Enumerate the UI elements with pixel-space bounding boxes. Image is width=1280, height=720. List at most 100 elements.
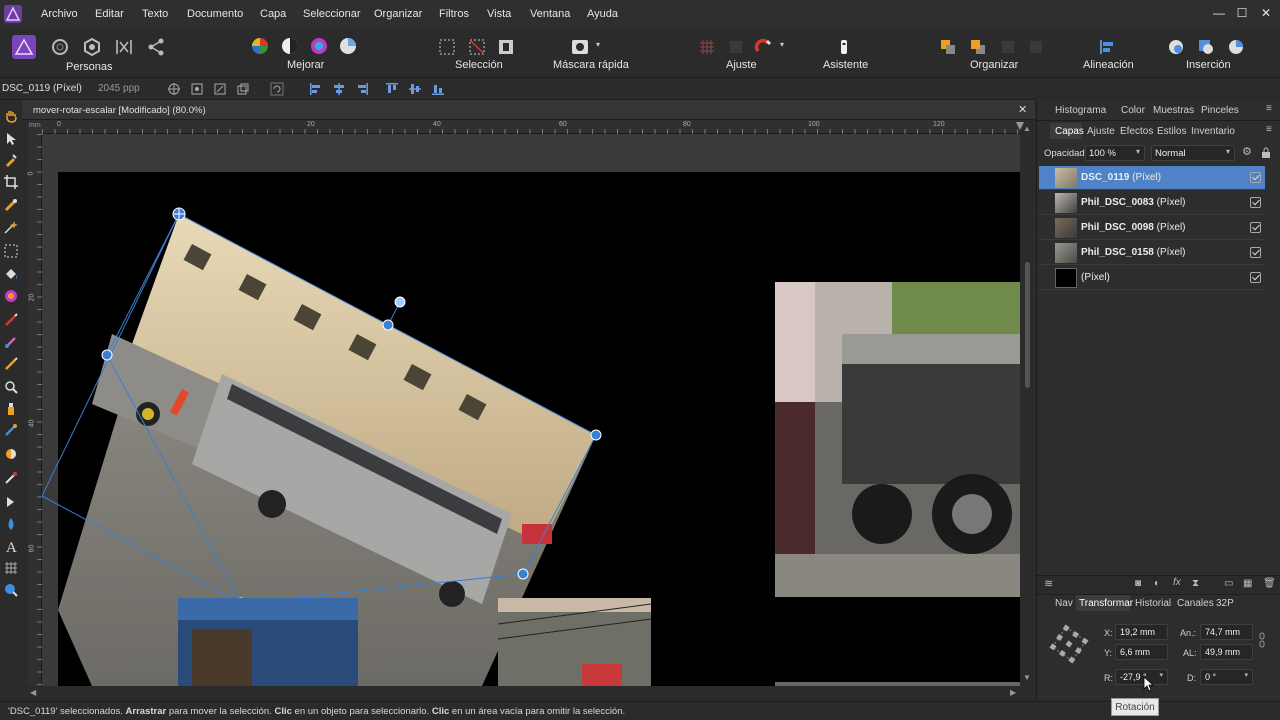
scroll-up-icon[interactable]: ▲ [1023,124,1031,133]
photo-phil-dsc-0158[interactable] [497,598,652,686]
color-picker-tool-icon[interactable] [3,152,19,168]
text-tool-icon[interactable]: A [3,538,19,554]
assistant-icon[interactable] [834,37,854,57]
close-document-button[interactable]: ✕ [1018,103,1027,116]
inpainting-tool-icon[interactable] [3,422,19,438]
quick-mask-icon[interactable] [570,37,590,57]
layers-panel-menu-icon[interactable]: ≡ [1266,124,1272,135]
develop-persona-icon[interactable] [82,37,102,57]
rotation-dropdown-icon[interactable]: ▾ [1159,671,1163,679]
photo-persona-icon[interactable] [12,35,36,59]
align-right-icon[interactable] [355,82,369,96]
live-filter-icon[interactable]: ⧗ [1192,578,1199,589]
marquee-tool-icon[interactable] [3,243,19,259]
menu-vista[interactable]: Vista [487,8,511,20]
group-folder-icon[interactable]: ▭ [1224,578,1233,589]
left-mid-handle[interactable] [101,349,113,361]
zoom-tool-icon[interactable] [3,582,19,598]
panel-menu-icon[interactable]: ≡ [1266,103,1272,114]
blend-mode-select[interactable]: Normal ▾ [1151,145,1235,161]
tab-ajuste[interactable]: Ajuste [1087,126,1115,137]
crop-tool-icon[interactable] [3,174,19,190]
hand-tool-icon[interactable] [3,108,19,124]
menu-archivo[interactable]: Archivo [41,8,78,20]
layer-row-dsc-0119[interactable]: DSC_0119 (Píxel) [1039,166,1265,190]
snapping-grid-icon[interactable] [697,37,717,57]
shear-field[interactable]: 0 ° ▾ [1200,669,1253,685]
paint-brush-tool-icon[interactable] [3,312,19,328]
tab-efectos[interactable]: Efectos [1120,126,1153,137]
top-right-handle[interactable] [590,429,602,441]
opacity-field[interactable]: 100 % ▾ [1085,145,1145,161]
layers-stack-icon[interactable]: ≋ [1044,577,1053,590]
auto-colors-icon[interactable] [309,36,329,56]
layer-row-phil-dsc-0083[interactable]: Phil_DSC_0083 (Píxel) [1039,191,1265,215]
width-field[interactable]: 74,7 mm [1200,624,1253,640]
dodge-burn-tool-icon[interactable] [3,356,19,372]
lock-icon[interactable] [1261,147,1271,159]
clone-tool-icon[interactable] [3,379,19,395]
layer-row-background[interactable]: (Píxel) [1039,266,1265,290]
link-aspect-icon[interactable] [1258,632,1266,648]
document-tab[interactable]: mover-rotar-escalar [Modificado] (80.0%)… [22,100,1035,120]
tab-capas[interactable]: Capas [1055,126,1084,137]
layer-visibility-checkbox[interactable] [1250,222,1261,233]
align-left-icon[interactable] [309,82,323,96]
canvas[interactable] [42,134,1020,686]
height-field[interactable]: 49,9 mm [1200,644,1253,660]
tab-color[interactable]: Color [1121,105,1145,116]
blemish-tool-icon[interactable] [3,401,19,417]
photo-phil-dsc-0098[interactable] [178,598,358,686]
align-bottom-icon[interactable] [431,82,445,96]
menu-filtros[interactable]: Filtros [439,8,469,20]
tab-nav[interactable]: Nav [1055,598,1073,609]
mask-layer-icon[interactable]: ◙ [1135,578,1141,589]
auto-levels-icon[interactable] [250,36,270,56]
color-replacement-tool-icon[interactable] [3,334,19,350]
liquify-persona-icon[interactable] [50,37,70,57]
snapping-dropdown-icon[interactable]: ▾ [780,40,784,49]
layer-row-phil-dsc-0098[interactable]: Phil_DSC_0098 (Píxel) [1039,216,1265,240]
show-handles-icon[interactable] [190,82,204,96]
menu-capa[interactable]: Capa [260,8,286,20]
opacity-dropdown-icon[interactable]: ▾ [1136,147,1140,156]
gradient-tool-icon[interactable] [3,288,19,304]
tab-inventario[interactable]: Inventario [1191,126,1235,137]
menu-documento[interactable]: Documento [187,8,243,20]
red-eye-tool-icon[interactable] [3,470,19,486]
tab-32p[interactable]: 32P [1216,598,1234,609]
layer-visibility-checkbox[interactable] [1250,272,1261,283]
align-bbox-icon[interactable] [236,82,250,96]
smudge-tool-icon[interactable] [3,446,19,462]
x-field[interactable]: 19,2 mm [1115,624,1168,640]
photo-phil-dsc-0083[interactable] [775,282,1020,597]
select-all-icon[interactable] [437,37,457,57]
invert-selection-icon[interactable] [496,37,516,57]
menu-ventana[interactable]: Ventana [530,8,570,20]
scroll-down-icon[interactable]: ▼ [1023,673,1031,682]
anchor-selector-icon[interactable] [1049,624,1089,664]
right-mid-handle[interactable] [517,568,529,580]
mesh-warp-tool-icon[interactable] [3,560,19,576]
align-top-icon[interactable] [385,82,399,96]
menu-texto[interactable]: Texto [142,8,168,20]
move-forward-icon[interactable] [968,37,988,57]
rotate-bbox-icon[interactable] [270,82,284,96]
layer-settings-gear-icon[interactable]: ⚙ [1242,145,1252,158]
shear-dropdown-icon[interactable]: ▾ [1244,671,1248,679]
tab-canales[interactable]: Canales [1177,598,1214,609]
rotation-field[interactable]: -27,9 ° ▾ [1115,669,1168,685]
rotate-handle[interactable] [394,296,406,308]
scroll-right-icon[interactable]: ▶ [1010,688,1016,697]
alignment-icon[interactable] [1097,37,1117,57]
move-back-icon[interactable] [938,37,958,57]
tab-transformar[interactable]: Transformar [1079,598,1133,609]
blend-dropdown-icon[interactable]: ▾ [1226,147,1230,156]
deselect-icon[interactable] [467,37,487,57]
insert-behind-icon[interactable] [1196,37,1216,57]
insert-inside-icon[interactable] [1166,37,1186,57]
tab-histograma[interactable]: Histograma [1055,105,1106,116]
menu-seleccionar[interactable]: Seleccionar [303,8,360,20]
tab-estilos[interactable]: Estilos [1157,126,1186,137]
transform-origin-icon[interactable] [167,82,181,96]
